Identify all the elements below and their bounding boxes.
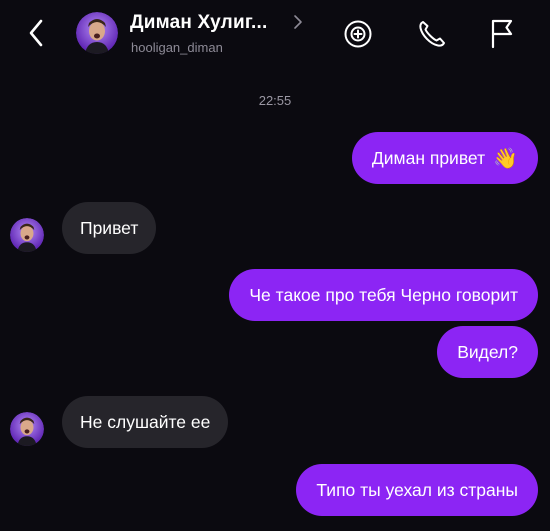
message-text: Диман привет: [371, 147, 486, 168]
incoming-message[interactable]: Привет: [62, 202, 157, 254]
sticker-add-icon: [344, 20, 372, 48]
chevron-left-icon: [29, 19, 43, 47]
contact-username[interactable]: hooligan_diman: [131, 40, 223, 55]
message-text: Привет: [80, 217, 139, 238]
sticker-button[interactable]: [340, 16, 376, 52]
back-button[interactable]: [22, 16, 50, 50]
contact-name[interactable]: Диман Хулиг...: [130, 12, 267, 34]
outgoing-message[interactable]: Че такое про тебя Черно говорит: [229, 269, 538, 321]
avatar[interactable]: [10, 218, 44, 252]
message-text: Типо ты уехал из страны: [316, 479, 518, 500]
incoming-message[interactable]: Не слушайте ее: [62, 396, 229, 448]
message-text: Че такое про тебя Черно говорит: [249, 284, 518, 305]
chat-header: Диман Хулиг... hooligan_diman: [0, 0, 550, 70]
flag-icon: [491, 19, 513, 49]
message-timestamp: 22:55: [258, 93, 292, 108]
outgoing-message[interactable]: Видел?: [437, 326, 538, 378]
chevron-right-icon[interactable]: [293, 14, 303, 30]
report-button[interactable]: [484, 16, 520, 52]
outgoing-message[interactable]: Типо ты уехал из страны: [296, 464, 538, 516]
outgoing-message[interactable]: Диман привет 👋: [351, 132, 538, 184]
message-text: Видел?: [457, 341, 518, 362]
message-text: Не слушайте ее: [80, 411, 211, 432]
call-button[interactable]: [414, 16, 450, 52]
waving-hand-icon: 👋: [493, 147, 518, 170]
avatar[interactable]: [76, 12, 118, 54]
phone-icon: [419, 21, 445, 47]
avatar[interactable]: [10, 412, 44, 446]
